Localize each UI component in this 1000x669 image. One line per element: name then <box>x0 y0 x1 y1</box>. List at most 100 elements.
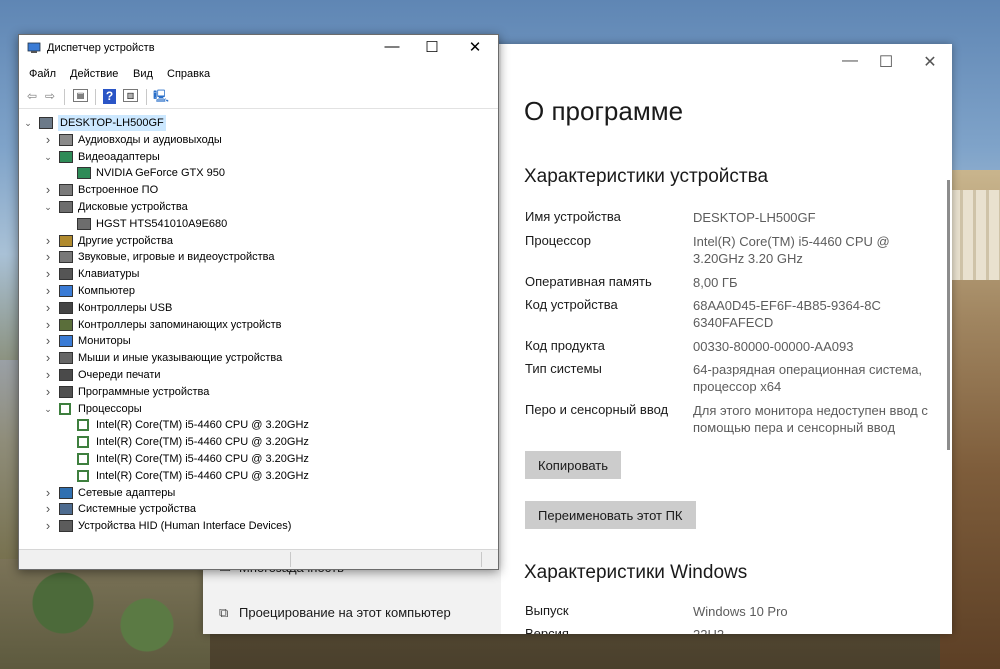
collapse-arrow-icon[interactable]: ⌄ <box>23 115 33 131</box>
dm-minimize-icon[interactable]: — <box>377 38 407 55</box>
dm-title: Диспетчер устройств <box>47 42 155 54</box>
tree-item[interactable]: › Звуковые, игровые и видеоустройства <box>19 249 489 265</box>
back-icon[interactable]: ⇦ <box>24 89 40 104</box>
tree-item[interactable]: Intel(R) Core(TM) i5-4460 CPU @ 3.20GHz <box>19 434 489 450</box>
wallpaper-buildings <box>950 190 1000 280</box>
firmware-icon <box>59 184 73 197</box>
tree-item[interactable]: › Контроллеры USB <box>19 300 489 316</box>
expand-arrow-icon[interactable]: › <box>43 266 53 282</box>
wallpaper-greenery <box>0 559 210 669</box>
prop-label-version: Версия <box>525 626 569 634</box>
dm-maximize-icon[interactable]: ☐ <box>417 38 447 56</box>
prop-label-device-name: Имя устройства <box>525 209 621 224</box>
projection-icon: ⧉ <box>219 605 229 620</box>
collapse-arrow-icon[interactable]: ⌄ <box>43 199 53 215</box>
scan-hardware-icon[interactable]: 🖳 <box>153 89 169 104</box>
prop-label-device-id: Код устройства <box>525 297 618 312</box>
tree-item[interactable]: ⌄ Видеоадаптеры <box>19 149 489 165</box>
dm-menubar: Файл Действие Вид Справка <box>19 65 498 85</box>
expand-arrow-icon[interactable]: › <box>43 317 53 333</box>
menu-action[interactable]: Действие <box>70 68 118 80</box>
tree-item[interactable]: › Мониторы <box>19 333 489 349</box>
tree-item[interactable]: › Клавиатуры <box>19 266 489 282</box>
tree-item[interactable]: › Встроенное ПО <box>19 182 489 198</box>
collapse-arrow-icon[interactable]: ⌄ <box>43 149 53 165</box>
rename-pc-button[interactable]: Переименовать этот ПК <box>525 501 696 529</box>
monitor-icon <box>59 335 73 348</box>
prop-label-pen-touch: Перо и сенсорный ввод <box>525 402 669 417</box>
expand-arrow-icon[interactable]: › <box>43 350 53 366</box>
tree-item[interactable]: HGST HTS541010A9E680 <box>19 216 489 232</box>
help-icon[interactable]: ? <box>103 89 116 104</box>
tree-item[interactable]: Intel(R) Core(TM) i5-4460 CPU @ 3.20GHz <box>19 451 489 467</box>
tree-item[interactable]: › Системные устройства <box>19 501 489 517</box>
tree-item[interactable]: › Контроллеры запоминающих устройств <box>19 317 489 333</box>
properties-icon[interactable]: ▤ <box>73 89 88 102</box>
tree-item-label: HGST HTS541010A9E680 <box>96 217 228 230</box>
printer-icon <box>59 369 73 381</box>
nav-item-projection[interactable]: ⧉ Проецирование на этот компьютер <box>219 605 451 621</box>
expand-arrow-icon[interactable]: › <box>43 132 53 148</box>
forward-icon[interactable]: ⇨ <box>42 89 58 104</box>
audio-icon <box>59 133 73 146</box>
expand-arrow-icon[interactable]: › <box>43 182 53 198</box>
processor-icon <box>77 436 89 449</box>
tree-item[interactable]: ⌄ Дисковые устройства <box>19 199 489 215</box>
prop-value-product-id: 00330-80000-00000-AA093 <box>693 339 854 354</box>
collapse-arrow-icon[interactable]: ⌄ <box>43 401 53 417</box>
expand-arrow-icon[interactable]: › <box>43 485 53 501</box>
tree-item[interactable]: Intel(R) Core(TM) i5-4460 CPU @ 3.20GHz <box>19 417 489 433</box>
display-adapter-icon <box>59 150 73 163</box>
menu-help[interactable]: Справка <box>167 68 210 80</box>
expand-arrow-icon[interactable]: › <box>43 283 53 299</box>
tree-item-label: Сетевые адаптеры <box>78 486 176 499</box>
tree-item[interactable]: › Аудиовходы и аудиовыходы <box>19 132 489 148</box>
processor-icon <box>77 453 89 465</box>
windows-specs-heading: Характеристики Windows <box>524 562 748 583</box>
close-icon[interactable]: ✕ <box>915 52 945 72</box>
expand-arrow-icon[interactable]: › <box>43 300 53 316</box>
tree-item-label: Intel(R) Core(TM) i5-4460 CPU @ 3.20GHz <box>96 469 309 482</box>
dm-titlebar[interactable]: Диспетчер устройств — ☐ ✕ <box>19 35 498 62</box>
device-tree[interactable]: ⌄ DESKTOP-LH500GF › Аудиовходы и аудиовыход… <box>19 111 496 549</box>
expand-arrow-icon[interactable]: › <box>43 333 53 349</box>
tree-item[interactable]: › Мыши и иные указывающие устройства <box>19 350 489 366</box>
tree-item[interactable]: › Программные устройства <box>19 384 489 400</box>
expand-arrow-icon[interactable]: › <box>43 249 53 265</box>
menu-view[interactable]: Вид <box>133 68 153 80</box>
expand-arrow-icon[interactable]: › <box>43 233 53 249</box>
toolbar-separator <box>64 89 65 105</box>
prop-value-version: 22H2 <box>693 626 948 634</box>
minimize-icon[interactable]: — <box>835 52 865 70</box>
expand-arrow-icon[interactable]: › <box>43 367 53 383</box>
menu-file[interactable]: Файл <box>29 68 56 80</box>
tree-item[interactable]: › Другие устройства <box>19 233 489 249</box>
copy-button[interactable]: Копировать <box>525 451 621 479</box>
tree-item[interactable]: › Устройства HID (Human Interface Devices… <box>19 518 489 534</box>
system-device-icon <box>59 503 73 516</box>
processor-icon <box>77 469 89 482</box>
tree-item[interactable]: Intel(R) Core(TM) i5-4460 CPU @ 3.20GHz <box>19 468 489 484</box>
settings-clip: Версия 22H2 <box>203 626 952 634</box>
tree-item[interactable]: › Очереди печати <box>19 367 489 383</box>
tree-item[interactable]: NVIDIA GeForce GTX 950 <box>19 165 489 181</box>
expand-arrow-icon[interactable]: › <box>43 518 53 534</box>
maximize-icon[interactable]: ☐ <box>871 52 901 72</box>
settings-scrollbar[interactable] <box>947 180 950 450</box>
storage-controller-icon <box>59 318 73 331</box>
tree-item[interactable]: › Компьютер <box>19 283 489 299</box>
tree-item[interactable]: ⌄ Процессоры <box>19 401 489 417</box>
prop-value-device-id: 68AA0D45-EF6F-4B85-9364-8C6340FAFECD <box>693 298 881 330</box>
expand-arrow-icon[interactable]: › <box>43 501 53 517</box>
tree-item-label: Процессоры <box>78 402 142 415</box>
software-device-icon <box>59 385 73 398</box>
monitor-icon <box>59 285 73 297</box>
details-icon[interactable]: ▥ <box>123 89 138 102</box>
expand-arrow-icon[interactable]: › <box>43 384 53 400</box>
tree-item[interactable]: › Сетевые адаптеры <box>19 485 489 501</box>
tree-item-label: Устройства HID (Human Interface Devices) <box>78 520 292 533</box>
tree-item[interactable]: ⌄ DESKTOP-LH500GF <box>19 115 489 131</box>
dm-close-icon[interactable]: ✕ <box>460 38 490 56</box>
prop-value-processor: Intel(R) Core(TM) i5-4460 CPU @ 3.20GHz … <box>693 234 890 266</box>
prop-value-device-name: DESKTOP-LH500GF <box>693 210 816 225</box>
